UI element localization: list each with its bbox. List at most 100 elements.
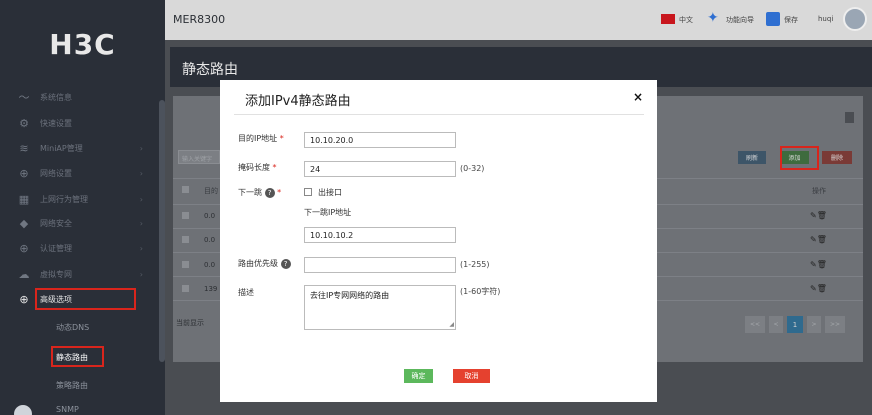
highlight-advanced (35, 288, 136, 310)
priority-hint: (1-255) (460, 260, 490, 269)
chevron-right-icon: › (139, 194, 143, 204)
mask-hint: (0-32) (460, 164, 485, 173)
confirm-button[interactable]: 确定 (404, 369, 433, 383)
edit-delete-icon[interactable]: ✎🗑 (810, 260, 827, 269)
dest-ip-input[interactable]: 10.10.20.0 (304, 132, 456, 148)
sidebar-item-label: 虚拟专网 (40, 269, 72, 279)
refresh-button[interactable]: 刷新 (738, 151, 766, 164)
sidebar-item-auth[interactable]: ⊕ 认证管理 › (0, 235, 165, 261)
priority-label-text: 路由优先级 (238, 259, 278, 268)
sidebar-item-label: 系统信息 (40, 92, 72, 102)
avatar[interactable] (843, 7, 867, 31)
sidebar-item-label: 快速设置 (40, 118, 72, 128)
dest-ip-label: 目的IP地址 * (238, 133, 284, 144)
row-checkbox[interactable] (182, 212, 189, 219)
settings-icon (14, 405, 32, 415)
desc-value: 去往IP专网网络的路由 (310, 291, 390, 300)
desc-hint: (1-60字符) (460, 287, 501, 296)
sidebar-sub-snmp[interactable]: SNMP (56, 405, 79, 414)
sidebar-item-system-info[interactable]: 〜 系统信息 (0, 84, 165, 110)
sidebar-item-label: 认证管理 (40, 243, 72, 253)
wizard-icon[interactable]: ✦ (707, 10, 723, 26)
chevron-right-icon: › (139, 218, 143, 228)
chevron-right-icon: › (139, 143, 143, 153)
logo: H3C (49, 27, 116, 61)
shield-icon: ◆ (19, 216, 29, 230)
priority-label: 路由优先级 ? (238, 258, 291, 269)
mask-label: 掩码长度 * (238, 162, 277, 173)
sidebar-sub-ddns[interactable]: 动态DNS (56, 322, 89, 333)
highlight-static-route (51, 346, 104, 367)
gear-icon: ⚙ (19, 116, 29, 130)
pager-prev[interactable]: < (769, 316, 783, 333)
row-checkbox[interactable] (182, 236, 189, 243)
table-row: 0.0 (204, 236, 216, 244)
priority-input[interactable] (304, 257, 456, 273)
nexthop-ip-input[interactable]: 10.10.10.2 (304, 227, 456, 243)
search-input[interactable]: 输入关键字 (178, 150, 220, 164)
language-switch[interactable]: 中文 (679, 15, 693, 25)
mask-input[interactable]: 24 (304, 161, 456, 177)
close-icon[interactable]: × (633, 90, 643, 104)
required-mark: * (279, 134, 284, 143)
row-checkbox[interactable] (182, 261, 189, 268)
nexthop-ip-label: 下一跳IP地址 (304, 208, 352, 217)
username[interactable]: huqi (818, 15, 833, 23)
sidebar-sub-policy-route[interactable]: 策略路由 (56, 380, 88, 391)
desc-textarea[interactable]: 去往IP专网网络的路由 ◢ (304, 285, 456, 330)
chevron-right-icon: › (139, 243, 143, 253)
edit-delete-icon[interactable]: ✎🗑 (810, 284, 827, 293)
activity-icon: 〜 (18, 91, 30, 104)
sidebar-item-label: MiniAP管理 (40, 143, 83, 153)
out-interface-label: 出接口 (318, 188, 342, 197)
globe-icon: ⊕ (19, 292, 29, 306)
sidebar-item-miniap[interactable]: ≋ MiniAP管理 › (0, 135, 165, 161)
dialog-divider (234, 114, 644, 115)
wifi-icon: ≋ (19, 141, 29, 155)
select-all-checkbox[interactable] (182, 186, 189, 193)
pager-current[interactable]: 1 (787, 316, 803, 333)
nexthop-label-text: 下一跳 (238, 188, 262, 197)
save-link[interactable]: 保存 (784, 15, 798, 25)
export-icon[interactable] (845, 112, 854, 123)
edit-delete-icon[interactable]: ✎🗑 (810, 235, 827, 244)
highlight-add-button (780, 146, 819, 170)
china-flag-icon[interactable] (661, 14, 675, 24)
col-dest-header: 目的 (204, 187, 218, 195)
delete-button[interactable]: 删除 (822, 151, 852, 164)
page-info: 当前显示 (176, 319, 204, 327)
edit-delete-icon[interactable]: ✎🗑 (810, 211, 827, 220)
pager-first[interactable]: << (745, 316, 765, 333)
row-checkbox[interactable] (182, 285, 189, 292)
sidebar-item-label: 上网行为管理 (40, 194, 88, 204)
help-icon[interactable]: ? (280, 258, 291, 269)
device-name: MER8300 (173, 13, 226, 26)
help-icon[interactable]: ? (264, 187, 275, 198)
pager-last[interactable]: >> (825, 316, 845, 333)
required-mark: * (277, 188, 282, 197)
sidebar: H3C 〜 系统信息 ⚙ 快速设置 ≋ MiniAP管理 › ⊕ 网络设置 › … (0, 0, 165, 415)
sidebar-item-quick-setup[interactable]: ⚙ 快速设置 (0, 110, 165, 136)
sidebar-item-label: 网络设置 (40, 168, 72, 178)
desc-label: 描述 (238, 288, 254, 297)
save-icon[interactable] (766, 12, 780, 26)
col-ops-header: 操作 (812, 187, 826, 195)
resize-grip-icon[interactable]: ◢ (449, 321, 454, 328)
sidebar-item-vpn[interactable]: ☁ 虚拟专网 › (0, 261, 165, 287)
dest-ip-label-text: 目的IP地址 (238, 134, 278, 143)
topbar: MER8300 中文 ✦ 功能向导 保存 huqi (165, 0, 872, 40)
globe-icon: ⊕ (19, 241, 29, 255)
out-interface-checkbox[interactable] (304, 188, 312, 196)
sidebar-item-network[interactable]: ⊕ 网络设置 › (0, 160, 165, 186)
cancel-button[interactable]: 取消 (453, 369, 490, 383)
chevron-right-icon: › (139, 269, 143, 279)
mask-label-text: 掩码长度 (238, 163, 270, 172)
pager-next[interactable]: > (807, 316, 821, 333)
page-title: 静态路由 (182, 62, 238, 78)
nexthop-label: 下一跳 ? * (238, 187, 281, 198)
sidebar-item-security[interactable]: ◆ 网络安全 › (0, 210, 165, 236)
grid-icon: ▦ (18, 192, 30, 206)
pagination: << < 1 > >> (745, 316, 855, 333)
sidebar-item-behavior[interactable]: ▦ 上网行为管理 › (0, 186, 165, 212)
wizard-link[interactable]: 功能向导 (726, 15, 754, 25)
